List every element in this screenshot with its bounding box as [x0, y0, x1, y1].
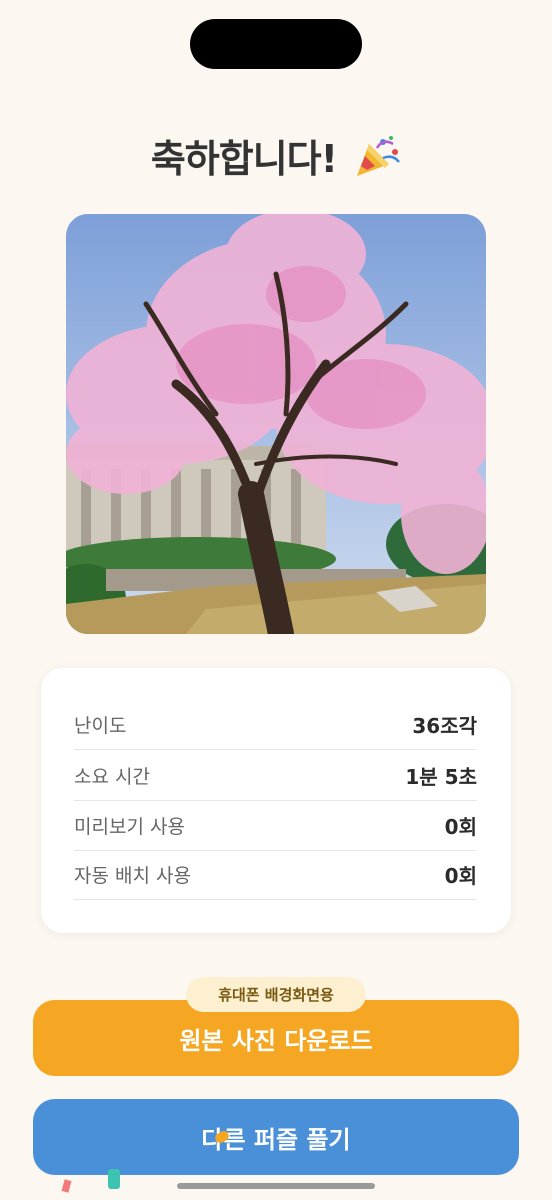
- wallpaper-badge-text: 휴대폰 배경화면용: [218, 986, 334, 1004]
- play-another-puzzle-button[interactable]: 다른 퍼즐 풀기: [33, 1099, 519, 1175]
- stat-value: 36조각: [412, 713, 477, 738]
- download-button-label: 원본 사진 다운로드: [179, 1026, 373, 1055]
- stat-row-preview: 미리보기 사용 0회: [74, 800, 477, 851]
- wallpaper-badge: 휴대폰 배경화면용: [186, 977, 366, 1012]
- confetti-piece: [108, 1169, 120, 1189]
- cherry-blossom-image: [66, 214, 486, 634]
- title-text: 축하합니다!: [150, 137, 338, 181]
- stat-label: 소요 시간: [74, 765, 150, 788]
- camera-notch: [190, 19, 362, 69]
- stat-value: 1분 5초: [405, 764, 477, 789]
- confetti-piece: [61, 1179, 72, 1193]
- stat-value: 0회: [444, 863, 477, 888]
- result-stats-card: 난이도 36조각 소요 시간 1분 5초 미리보기 사용 0회 자동 배치 사용…: [41, 668, 511, 933]
- stat-value: 0회: [444, 814, 477, 839]
- stat-label: 난이도: [74, 714, 127, 737]
- stat-label: 미리보기 사용: [74, 815, 185, 838]
- puzzle-photo: [66, 214, 486, 634]
- home-indicator[interactable]: [177, 1183, 375, 1189]
- stat-row-auto-place: 자동 배치 사용 0회: [74, 849, 477, 900]
- stat-label: 자동 배치 사용: [74, 864, 191, 887]
- page-title: 축하합니다!: [0, 128, 552, 183]
- party-popper-icon: [357, 136, 401, 176]
- stat-row-difficulty: 난이도 36조각: [74, 699, 477, 750]
- stat-row-time: 소요 시간 1분 5초: [74, 750, 477, 801]
